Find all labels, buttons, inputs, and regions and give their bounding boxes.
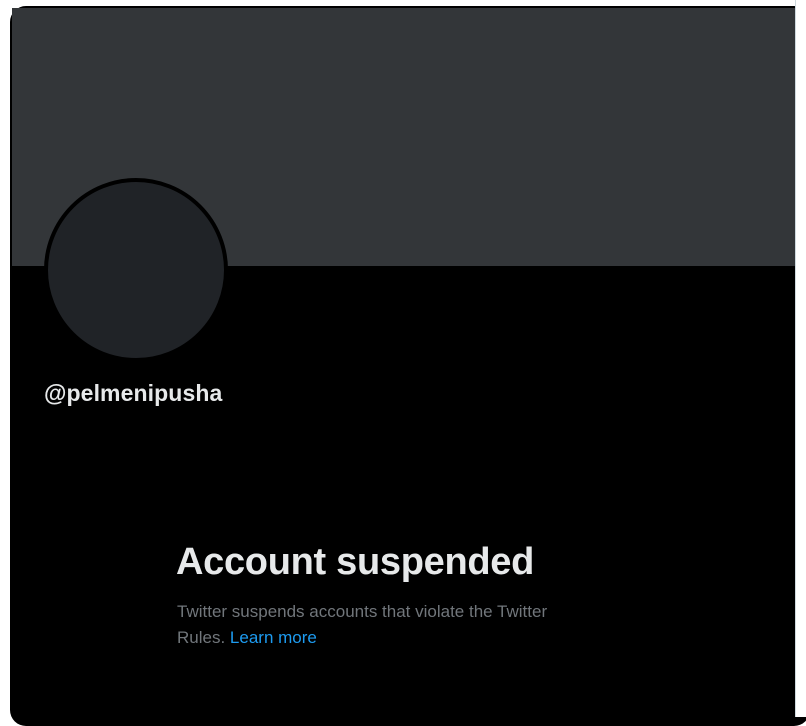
suspension-description-line2: Rules. [177, 628, 226, 647]
page-edge [795, 0, 806, 717]
profile-handle: @pelmenipusha [44, 380, 223, 406]
learn-more-link[interactable]: Learn more [230, 628, 317, 647]
suspension-title: Account suspended [176, 541, 535, 583]
avatar [44, 178, 228, 362]
suspension-description-line1: Twitter suspends accounts that violate t… [177, 602, 548, 621]
suspension-description: Twitter suspends accounts that violate t… [177, 599, 637, 651]
divider [795, 0, 796, 717]
